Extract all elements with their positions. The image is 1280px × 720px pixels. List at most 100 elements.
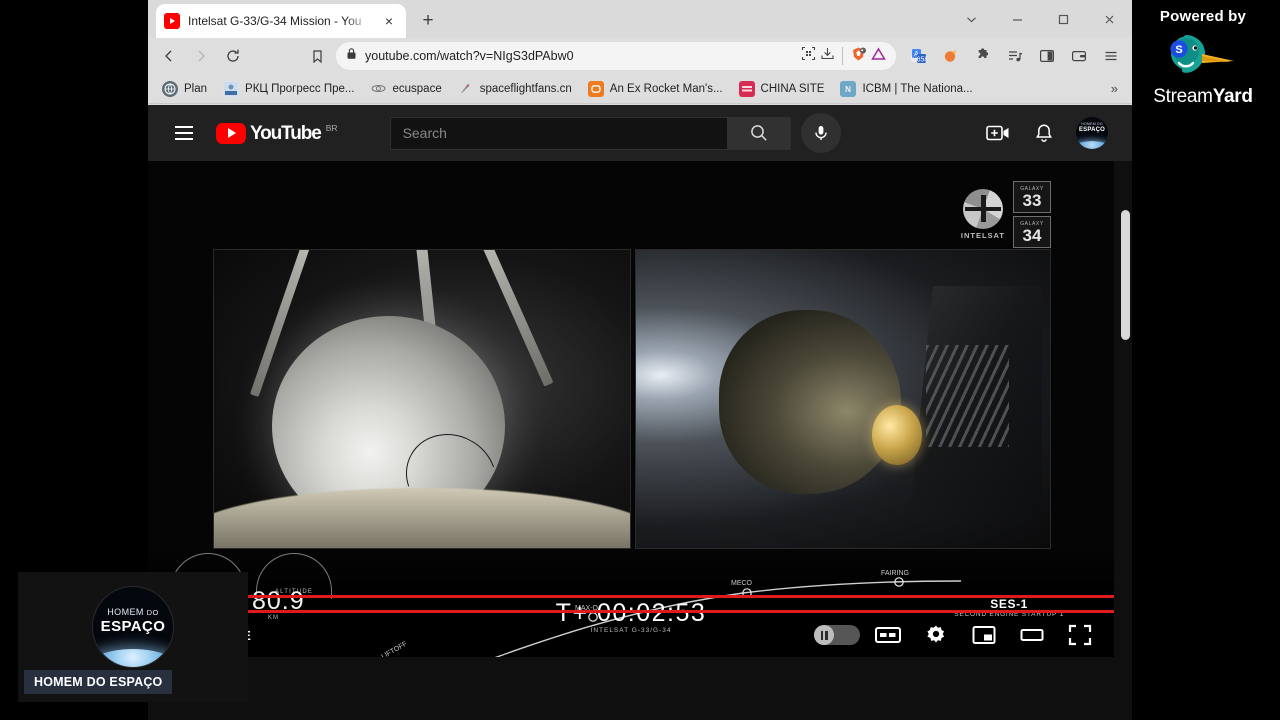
globe-icon: [162, 80, 178, 97]
search-placeholder: Search: [402, 125, 447, 141]
national-icon: N: [840, 80, 857, 97]
player-controls-right: [814, 615, 1100, 655]
bookmark-item[interactable]: CHINA SITE: [733, 78, 831, 100]
bookmark-item[interactable]: ecuspace: [364, 78, 447, 100]
svg-text:FAIRING: FAIRING: [881, 570, 909, 577]
bookmark-label: Plan: [184, 82, 208, 95]
theater-mode-icon[interactable]: [1012, 615, 1052, 655]
streamyard-wordmark: StreamYard: [1132, 86, 1274, 108]
player-controls: LIVE: [148, 613, 1114, 657]
bookmarks-overflow-button[interactable]: »: [1105, 81, 1124, 96]
satellite-badges: GALAXY 33 GALAXY 34: [1013, 181, 1051, 248]
bookmark-item[interactable]: N ICBM | The Nationa...: [834, 78, 978, 100]
search-input[interactable]: Search: [389, 116, 727, 150]
tab-strip: Intelsat G-33/G-34 Mission - You × +: [148, 0, 1132, 38]
satellite-badge: GALAXY 33: [1013, 181, 1051, 213]
brave-triangle-icon[interactable]: [871, 47, 886, 66]
masthead-actions: HOMEM DO ESPAÇO: [984, 117, 1116, 149]
intelsat-mark-icon: [962, 189, 1003, 229]
streamyard-name-light: Stream: [1153, 86, 1213, 107]
minimize-icon[interactable]: [994, 3, 1040, 35]
svg-text:N: N: [846, 85, 852, 94]
scrollbar-thumb[interactable]: [1121, 210, 1130, 340]
presenter-tile[interactable]: HOMEM DO ESPAÇO HOMEM DO ESPAÇO: [18, 572, 248, 702]
intelsat-logo: INTELSAT: [961, 189, 1005, 240]
badge-number: 34: [1022, 225, 1042, 245]
sidebar-icon[interactable]: [1032, 41, 1062, 71]
fullscreen-icon[interactable]: [1060, 615, 1100, 655]
create-video-icon[interactable]: [984, 119, 1012, 147]
bell-icon[interactable]: [1030, 119, 1058, 147]
autoplay-toggle[interactable]: [814, 625, 860, 645]
miniplayer-icon[interactable]: [964, 615, 1004, 655]
event-code: SES-1: [990, 597, 1028, 611]
bookmark-item[interactable]: Plan: [156, 78, 213, 100]
avatar[interactable]: HOMEM DO ESPAÇO: [1076, 117, 1108, 149]
video-pane-engine-interior: [213, 249, 631, 549]
back-arrow-icon[interactable]: [154, 41, 184, 71]
bookmarks-bar: Plan РКЦ Прогресс Пре... ecuspace spacef…: [148, 74, 1132, 104]
video-player[interactable]: INTELSAT GALAXY 33 GALAXY 34 ALTITUDE 80…: [148, 161, 1114, 657]
satellite-badge: GALAXY 34: [1013, 216, 1051, 248]
earth-graphic: [1076, 141, 1108, 149]
divider: [842, 47, 843, 65]
window-controls: [948, 0, 1132, 38]
bookmark-label: ecuspace: [392, 82, 442, 95]
browser-tab[interactable]: Intelsat G-33/G-34 Mission - You ×: [156, 4, 406, 38]
svg-text:\u6587: \u6587: [911, 56, 927, 63]
duck-icon: S: [1164, 27, 1242, 85]
browser-window: Intelsat G-33/G-34 Mission - You × + you…: [148, 0, 1132, 720]
url-text: youtube.com/watch?v=NIgS3dPAbw0: [365, 49, 574, 63]
rocket-icon: [458, 81, 474, 97]
blogger-icon: [587, 80, 604, 97]
gear-icon[interactable]: [916, 615, 956, 655]
search-area: Search: [389, 113, 841, 153]
close-icon[interactable]: [1086, 3, 1132, 35]
bookmark-label: CHINA SITE: [760, 82, 825, 95]
youtube-logo[interactable]: YouTube BR: [216, 122, 338, 144]
new-tab-button[interactable]: +: [414, 7, 442, 35]
microphone-icon[interactable]: [800, 113, 841, 153]
bookmark-item[interactable]: РКЦ Прогресс Пре...: [217, 78, 360, 100]
china-icon: [738, 80, 755, 97]
svg-text:MECO: MECO: [731, 580, 753, 587]
badge-number: 33: [1022, 190, 1042, 210]
earth-graphic: [93, 649, 173, 667]
screen: Intelsat G-33/G-34 Mission - You × + you…: [0, 0, 1280, 720]
presenter-avatar: HOMEM DO ESPAÇO: [92, 586, 174, 668]
close-icon[interactable]: ×: [380, 12, 398, 30]
avatar-line1: HOMEM DO: [107, 607, 159, 617]
bookmark-label: ICBM | The Nationa...: [862, 82, 973, 95]
video-pane-engine-nozzle: [635, 249, 1051, 549]
qr-code-icon[interactable]: [801, 46, 816, 66]
puzzle-icon[interactable]: [968, 41, 998, 71]
hamburger-menu-icon[interactable]: [164, 113, 204, 153]
bookmark-label: An Ex Rocket Man's...: [609, 82, 723, 95]
avatar-line1: HOMEM DO: [1081, 122, 1103, 126]
avatar-line2: ESPAÇO: [1078, 127, 1106, 133]
youtube-icon: [164, 13, 180, 29]
download-icon[interactable]: [820, 46, 835, 66]
page-scrollbar[interactable]: [1118, 210, 1132, 720]
mission-branding-overlay: INTELSAT GALAXY 33 GALAXY 34: [961, 181, 1051, 248]
translate-icon[interactable]: A\u6587: [904, 41, 934, 71]
playlist-icon[interactable]: [1000, 41, 1030, 71]
streamyard-badge: Powered by S StreamYard: [1132, 8, 1274, 108]
bookmark-item[interactable]: An Ex Rocket Man's...: [582, 78, 729, 100]
search-button[interactable]: [726, 116, 791, 150]
captions-button[interactable]: [868, 615, 908, 655]
hamburger-menu-icon[interactable]: [1096, 41, 1126, 71]
bookmark-icon[interactable]: [302, 41, 332, 71]
maximize-icon[interactable]: [1040, 3, 1086, 35]
extension-icon[interactable]: [936, 41, 966, 71]
bookmark-item[interactable]: spaceflightfans.cn: [452, 78, 578, 100]
presenter-name-label: HOMEM DO ESPAÇO: [24, 670, 173, 694]
svg-text:S: S: [1175, 44, 1182, 56]
address-bar[interactable]: youtube.com/watch?v=NIgS3dPAbw0: [336, 42, 896, 70]
chevron-down-icon[interactable]: [948, 3, 994, 35]
reload-icon[interactable]: [218, 41, 248, 71]
wallet-icon[interactable]: [1064, 41, 1094, 71]
country-code: BR: [325, 122, 338, 133]
brave-lion-icon[interactable]: [850, 46, 867, 67]
powered-by-label: Powered by: [1159, 8, 1247, 25]
